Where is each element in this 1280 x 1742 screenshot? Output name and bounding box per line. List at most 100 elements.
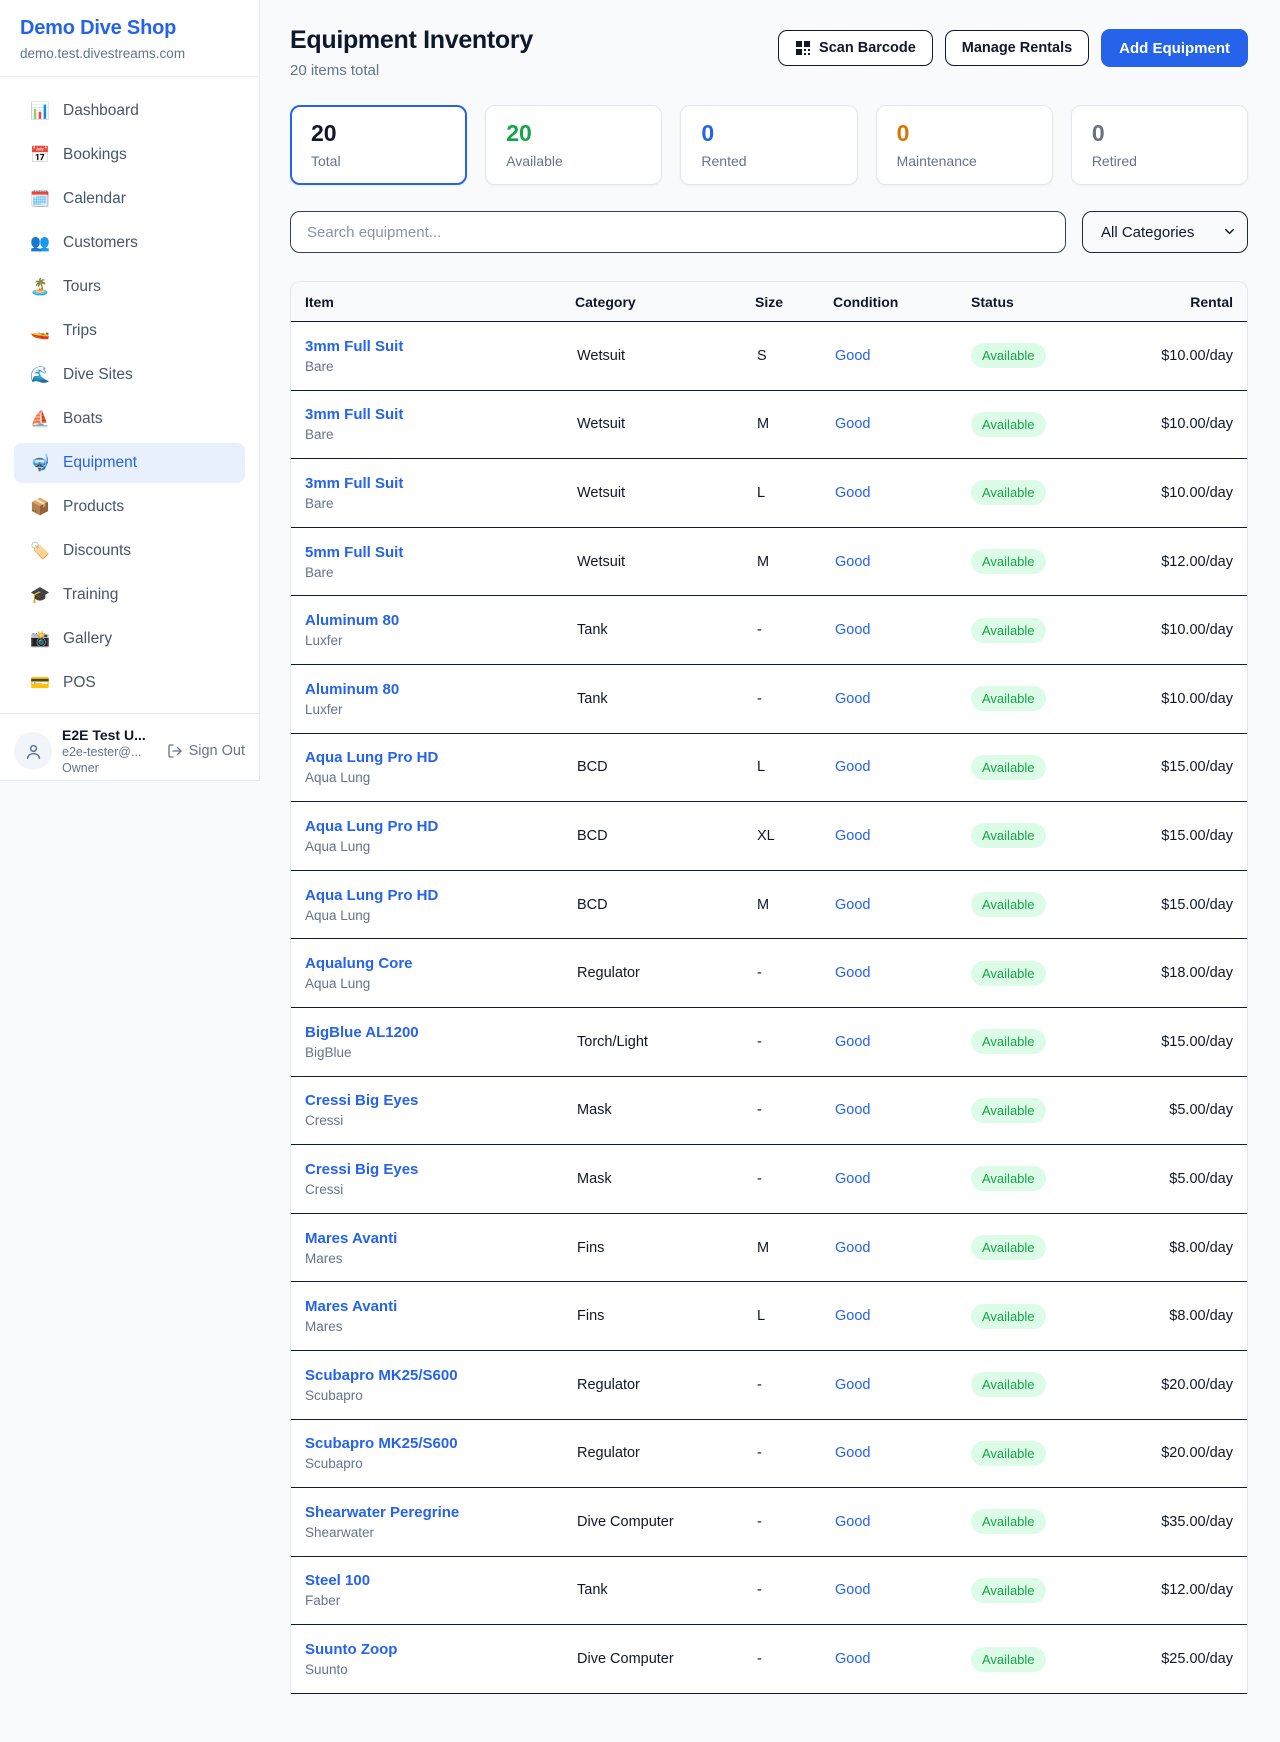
scan-barcode-button[interactable]: Scan Barcode bbox=[778, 30, 933, 66]
size-cell: - bbox=[755, 1171, 833, 1187]
category-cell: Fins bbox=[575, 1308, 755, 1324]
status-cell: Available bbox=[971, 892, 1135, 917]
sidebar-item[interactable]: 📦 Products bbox=[14, 487, 245, 527]
item-name-link[interactable]: Aqualung Core bbox=[305, 955, 575, 972]
condition-link[interactable]: Good bbox=[833, 348, 971, 364]
item-name-link[interactable]: 3mm Full Suit bbox=[305, 338, 575, 355]
condition-link[interactable]: Good bbox=[833, 622, 971, 638]
condition-link[interactable]: Good bbox=[833, 1034, 971, 1050]
camera-icon: 📸 bbox=[30, 629, 50, 649]
sidebar-item[interactable]: 👥 Customers bbox=[14, 223, 245, 263]
item-name-link[interactable]: Aqua Lung Pro HD bbox=[305, 887, 575, 904]
item-name-link[interactable]: Scubapro MK25/S600 bbox=[305, 1367, 575, 1384]
col-header-size: Size bbox=[755, 294, 833, 310]
sidebar-item[interactable]: ⛵ Boats bbox=[14, 399, 245, 439]
user-name: E2E Test U... bbox=[62, 726, 146, 744]
status-cell: Available bbox=[971, 412, 1135, 437]
item-brand: Shearwater bbox=[305, 1525, 575, 1540]
col-header-status: Status bbox=[971, 294, 1135, 310]
item-name-link[interactable]: Aluminum 80 bbox=[305, 612, 575, 629]
add-equipment-button[interactable]: Add Equipment bbox=[1101, 29, 1248, 67]
item-name-link[interactable]: 3mm Full Suit bbox=[305, 406, 575, 423]
table-row: 3mm Full Suit Bare Wetsuit S Good Availa… bbox=[291, 322, 1247, 391]
condition-link[interactable]: Good bbox=[833, 965, 971, 981]
condition-link[interactable]: Good bbox=[833, 1308, 971, 1324]
main-content: Equipment Inventory 20 items total Scan … bbox=[260, 0, 1280, 1694]
size-cell: - bbox=[755, 1034, 833, 1050]
item-name-link[interactable]: Aqua Lung Pro HD bbox=[305, 818, 575, 835]
table-row: Suunto Zoop Suunto Dive Computer - Good … bbox=[291, 1625, 1247, 1694]
stat-card[interactable]: 0 Retired bbox=[1071, 105, 1248, 185]
filter-bar: All Categories bbox=[290, 211, 1248, 253]
stat-card[interactable]: 20 Available bbox=[485, 105, 662, 185]
item-name-link[interactable]: Scubapro MK25/S600 bbox=[305, 1435, 575, 1452]
sidebar-item[interactable]: 📊 Dashboard bbox=[14, 91, 245, 131]
sidebar-item[interactable]: 🌊 Dive Sites bbox=[14, 355, 245, 395]
category-cell: Wetsuit bbox=[575, 348, 755, 364]
size-cell: L bbox=[755, 1308, 833, 1324]
condition-link[interactable]: Good bbox=[833, 1240, 971, 1256]
sidebar-item[interactable]: 🎓 Training bbox=[14, 575, 245, 615]
category-cell: Fins bbox=[575, 1240, 755, 1256]
sidebar-item[interactable]: 🏝️ Tours bbox=[14, 267, 245, 307]
condition-link[interactable]: Good bbox=[833, 1651, 971, 1667]
table-row: BigBlue AL1200 BigBlue Torch/Light - Goo… bbox=[291, 1008, 1247, 1077]
condition-link[interactable]: Good bbox=[833, 1445, 971, 1461]
item-name-link[interactable]: Mares Avanti bbox=[305, 1230, 575, 1247]
category-cell: Tank bbox=[575, 691, 755, 707]
item-name-link[interactable]: Steel 100 bbox=[305, 1572, 575, 1589]
condition-link[interactable]: Good bbox=[833, 828, 971, 844]
condition-link[interactable]: Good bbox=[833, 1171, 971, 1187]
category-cell: Dive Computer bbox=[575, 1514, 755, 1530]
rental-cell: $12.00/day bbox=[1135, 554, 1233, 570]
stat-card[interactable]: 20 Total bbox=[290, 105, 467, 185]
rental-cell: $18.00/day bbox=[1135, 965, 1233, 981]
sidebar-item[interactable]: 🗓️ Calendar bbox=[14, 179, 245, 219]
item-name-link[interactable]: Aqua Lung Pro HD bbox=[305, 749, 575, 766]
condition-link[interactable]: Good bbox=[833, 759, 971, 775]
item-name-link[interactable]: Cressi Big Eyes bbox=[305, 1092, 575, 1109]
size-cell: XL bbox=[755, 828, 833, 844]
item-name-link[interactable]: Suunto Zoop bbox=[305, 1641, 575, 1658]
table-row: Mares Avanti Mares Fins M Good Available… bbox=[291, 1214, 1247, 1283]
item-name-link[interactable]: Aluminum 80 bbox=[305, 681, 575, 698]
sidebar-item[interactable]: 🤿 Equipment bbox=[14, 443, 245, 483]
condition-link[interactable]: Good bbox=[833, 1377, 971, 1393]
item-name-link[interactable]: Mares Avanti bbox=[305, 1298, 575, 1315]
status-cell: Available bbox=[971, 618, 1135, 643]
sidebar-item[interactable]: 💳 POS bbox=[14, 663, 245, 703]
search-input[interactable] bbox=[290, 211, 1066, 253]
status-badge: Available bbox=[971, 1441, 1046, 1466]
condition-link[interactable]: Good bbox=[833, 1582, 971, 1598]
item-name-link[interactable]: 3mm Full Suit bbox=[305, 475, 575, 492]
condition-link[interactable]: Good bbox=[833, 1514, 971, 1530]
sidebar-item[interactable]: 📸 Gallery bbox=[14, 619, 245, 659]
item-name-link[interactable]: BigBlue AL1200 bbox=[305, 1024, 575, 1041]
condition-link[interactable]: Good bbox=[833, 416, 971, 432]
size-cell: M bbox=[755, 897, 833, 913]
size-cell: - bbox=[755, 1582, 833, 1598]
sidebar-item[interactable]: 🚤 Trips bbox=[14, 311, 245, 351]
stat-card[interactable]: 0 Maintenance bbox=[876, 105, 1053, 185]
status-cell: Available bbox=[971, 549, 1135, 574]
manage-rentals-button[interactable]: Manage Rentals bbox=[945, 30, 1089, 66]
stat-card[interactable]: 0 Rented bbox=[680, 105, 857, 185]
item-cell: Aqua Lung Pro HD Aqua Lung bbox=[305, 887, 575, 923]
item-brand: Suunto bbox=[305, 1662, 575, 1677]
status-cell: Available bbox=[971, 1441, 1135, 1466]
item-name-link[interactable]: Cressi Big Eyes bbox=[305, 1161, 575, 1178]
status-cell: Available bbox=[971, 480, 1135, 505]
condition-link[interactable]: Good bbox=[833, 554, 971, 570]
condition-link[interactable]: Good bbox=[833, 1102, 971, 1118]
tag-icon: 🏷️ bbox=[30, 541, 50, 561]
condition-link[interactable]: Good bbox=[833, 485, 971, 501]
item-name-link[interactable]: 5mm Full Suit bbox=[305, 544, 575, 561]
sidebar-item[interactable]: 📅 Bookings bbox=[14, 135, 245, 175]
category-cell: Regulator bbox=[575, 1445, 755, 1461]
condition-link[interactable]: Good bbox=[833, 691, 971, 707]
sign-out-button[interactable]: Sign Out bbox=[167, 743, 245, 759]
category-select[interactable]: All Categories bbox=[1082, 211, 1248, 253]
condition-link[interactable]: Good bbox=[833, 897, 971, 913]
item-name-link[interactable]: Shearwater Peregrine bbox=[305, 1504, 575, 1521]
sidebar-item[interactable]: 🏷️ Discounts bbox=[14, 531, 245, 571]
